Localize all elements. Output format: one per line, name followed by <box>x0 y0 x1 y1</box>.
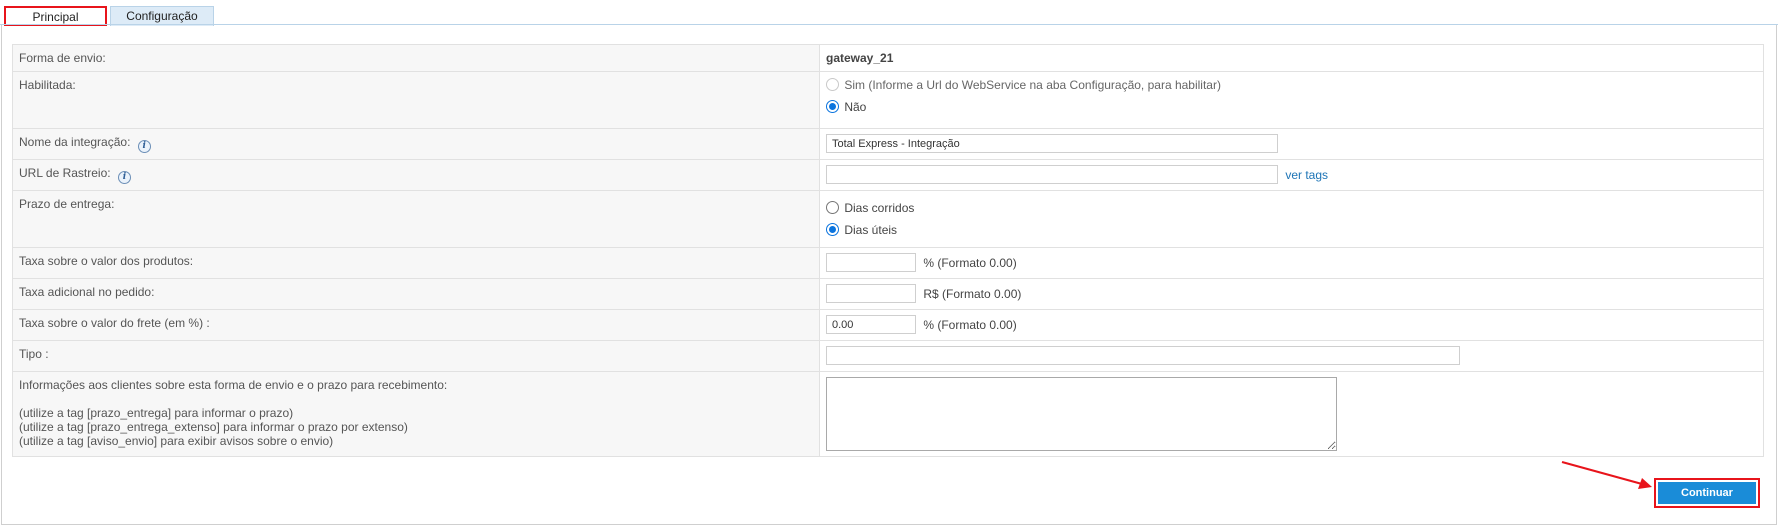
informacoes-label: Informações aos clientes sobre esta form… <box>19 378 448 392</box>
panel-border-bottom <box>1 524 1777 525</box>
table-row: Tipo : <box>12 340 1764 372</box>
table-row: Forma de envio: gateway_21 <box>12 44 1764 72</box>
taxa-adicional-label: Taxa adicional no pedido: <box>12 278 820 310</box>
dias-uteis-option[interactable]: Dias úteis <box>826 219 1757 241</box>
continue-button[interactable]: Continuar <box>1658 482 1756 504</box>
taxa-produtos-suffix: % (Formato 0.00) <box>923 255 1017 270</box>
habilitada-sim-option: Sim (Informe a Url do WebService na aba … <box>826 74 1757 96</box>
nome-integracao-label: Nome da integração: <box>19 135 131 149</box>
shipping-form-table: Forma de envio: gateway_21 Habilitada: S… <box>12 44 1764 457</box>
continue-button-highlight: Continuar <box>1654 478 1760 508</box>
dias-corridos-option[interactable]: Dias corridos <box>826 197 1757 219</box>
table-row: URL de Rastreio: i ver tags <box>12 159 1764 191</box>
annotation-arrow-icon <box>1561 460 1652 489</box>
panel-border-left <box>1 25 2 525</box>
table-row: Taxa adicional no pedido: R$ (Formato 0.… <box>12 278 1764 310</box>
tab-configuracao[interactable]: Configuração <box>110 6 214 26</box>
taxa-frete-suffix: % (Formato 0.00) <box>923 317 1017 332</box>
panel-border-right <box>1776 25 1777 525</box>
taxa-frete-label: Taxa sobre o valor do frete (em %) : <box>12 309 820 341</box>
table-row: Taxa sobre o valor do frete (em %) : % (… <box>12 309 1764 341</box>
table-row: Nome da integração: i <box>12 128 1764 160</box>
forma-envio-value: gateway_21 <box>826 51 894 65</box>
taxa-adicional-suffix: R$ (Formato 0.00) <box>923 286 1022 301</box>
habilitada-nao-radio[interactable] <box>826 100 839 113</box>
help-line: (utilize a tag [prazo_entrega_extenso] p… <box>19 420 408 434</box>
url-rastreio-input[interactable] <box>826 165 1278 184</box>
help-line: (utilize a tag [aviso_envio] para exibir… <box>19 434 334 448</box>
url-rastreio-label: URL de Rastreio: <box>19 166 111 180</box>
ver-tags-link[interactable]: ver tags <box>1285 168 1328 182</box>
taxa-frete-input[interactable] <box>826 315 916 334</box>
taxa-produtos-input[interactable] <box>826 253 916 272</box>
panel-border <box>0 24 1778 25</box>
habilitada-nao-label: Não <box>844 100 867 114</box>
table-row: Informações aos clientes sobre esta form… <box>12 371 1764 457</box>
info-icon[interactable]: i <box>117 171 131 184</box>
help-line: (utilize a tag [prazo_entrega] para info… <box>19 406 294 420</box>
forma-envio-label: Forma de envio: <box>12 44 820 72</box>
taxa-adicional-input[interactable] <box>826 284 916 303</box>
habilitada-sim-label: Sim (Informe a Url do WebService na aba … <box>844 78 1221 92</box>
table-row: Prazo de entrega: Dias corridos Dias úte… <box>12 190 1764 248</box>
taxa-produtos-label: Taxa sobre o valor dos produtos: <box>12 247 820 279</box>
tipo-label: Tipo : <box>12 340 820 372</box>
dias-corridos-radio[interactable] <box>826 201 839 214</box>
nome-integracao-input[interactable] <box>826 134 1278 153</box>
info-icon[interactable]: i <box>137 140 151 153</box>
tab-principal[interactable]: Principal <box>4 6 107 26</box>
dias-uteis-radio[interactable] <box>826 223 839 236</box>
habilitada-nao-option[interactable]: Não <box>826 96 1757 118</box>
habilitada-label: Habilitada: <box>12 71 820 129</box>
table-row: Taxa sobre o valor dos produtos: % (Form… <box>12 247 1764 279</box>
table-row: Habilitada: Sim (Informe a Url do WebSer… <box>12 71 1764 129</box>
tab-bar: Principal Configuração <box>0 6 1778 26</box>
prazo-entrega-label: Prazo de entrega: <box>12 190 820 248</box>
informacoes-textarea[interactable] <box>826 377 1337 451</box>
tipo-input[interactable] <box>826 346 1460 365</box>
habilitada-sim-radio <box>826 78 839 91</box>
informacoes-help: (utilize a tag [prazo_entrega] para info… <box>19 406 813 448</box>
dias-uteis-label: Dias úteis <box>844 223 898 237</box>
dias-corridos-label: Dias corridos <box>844 201 915 215</box>
